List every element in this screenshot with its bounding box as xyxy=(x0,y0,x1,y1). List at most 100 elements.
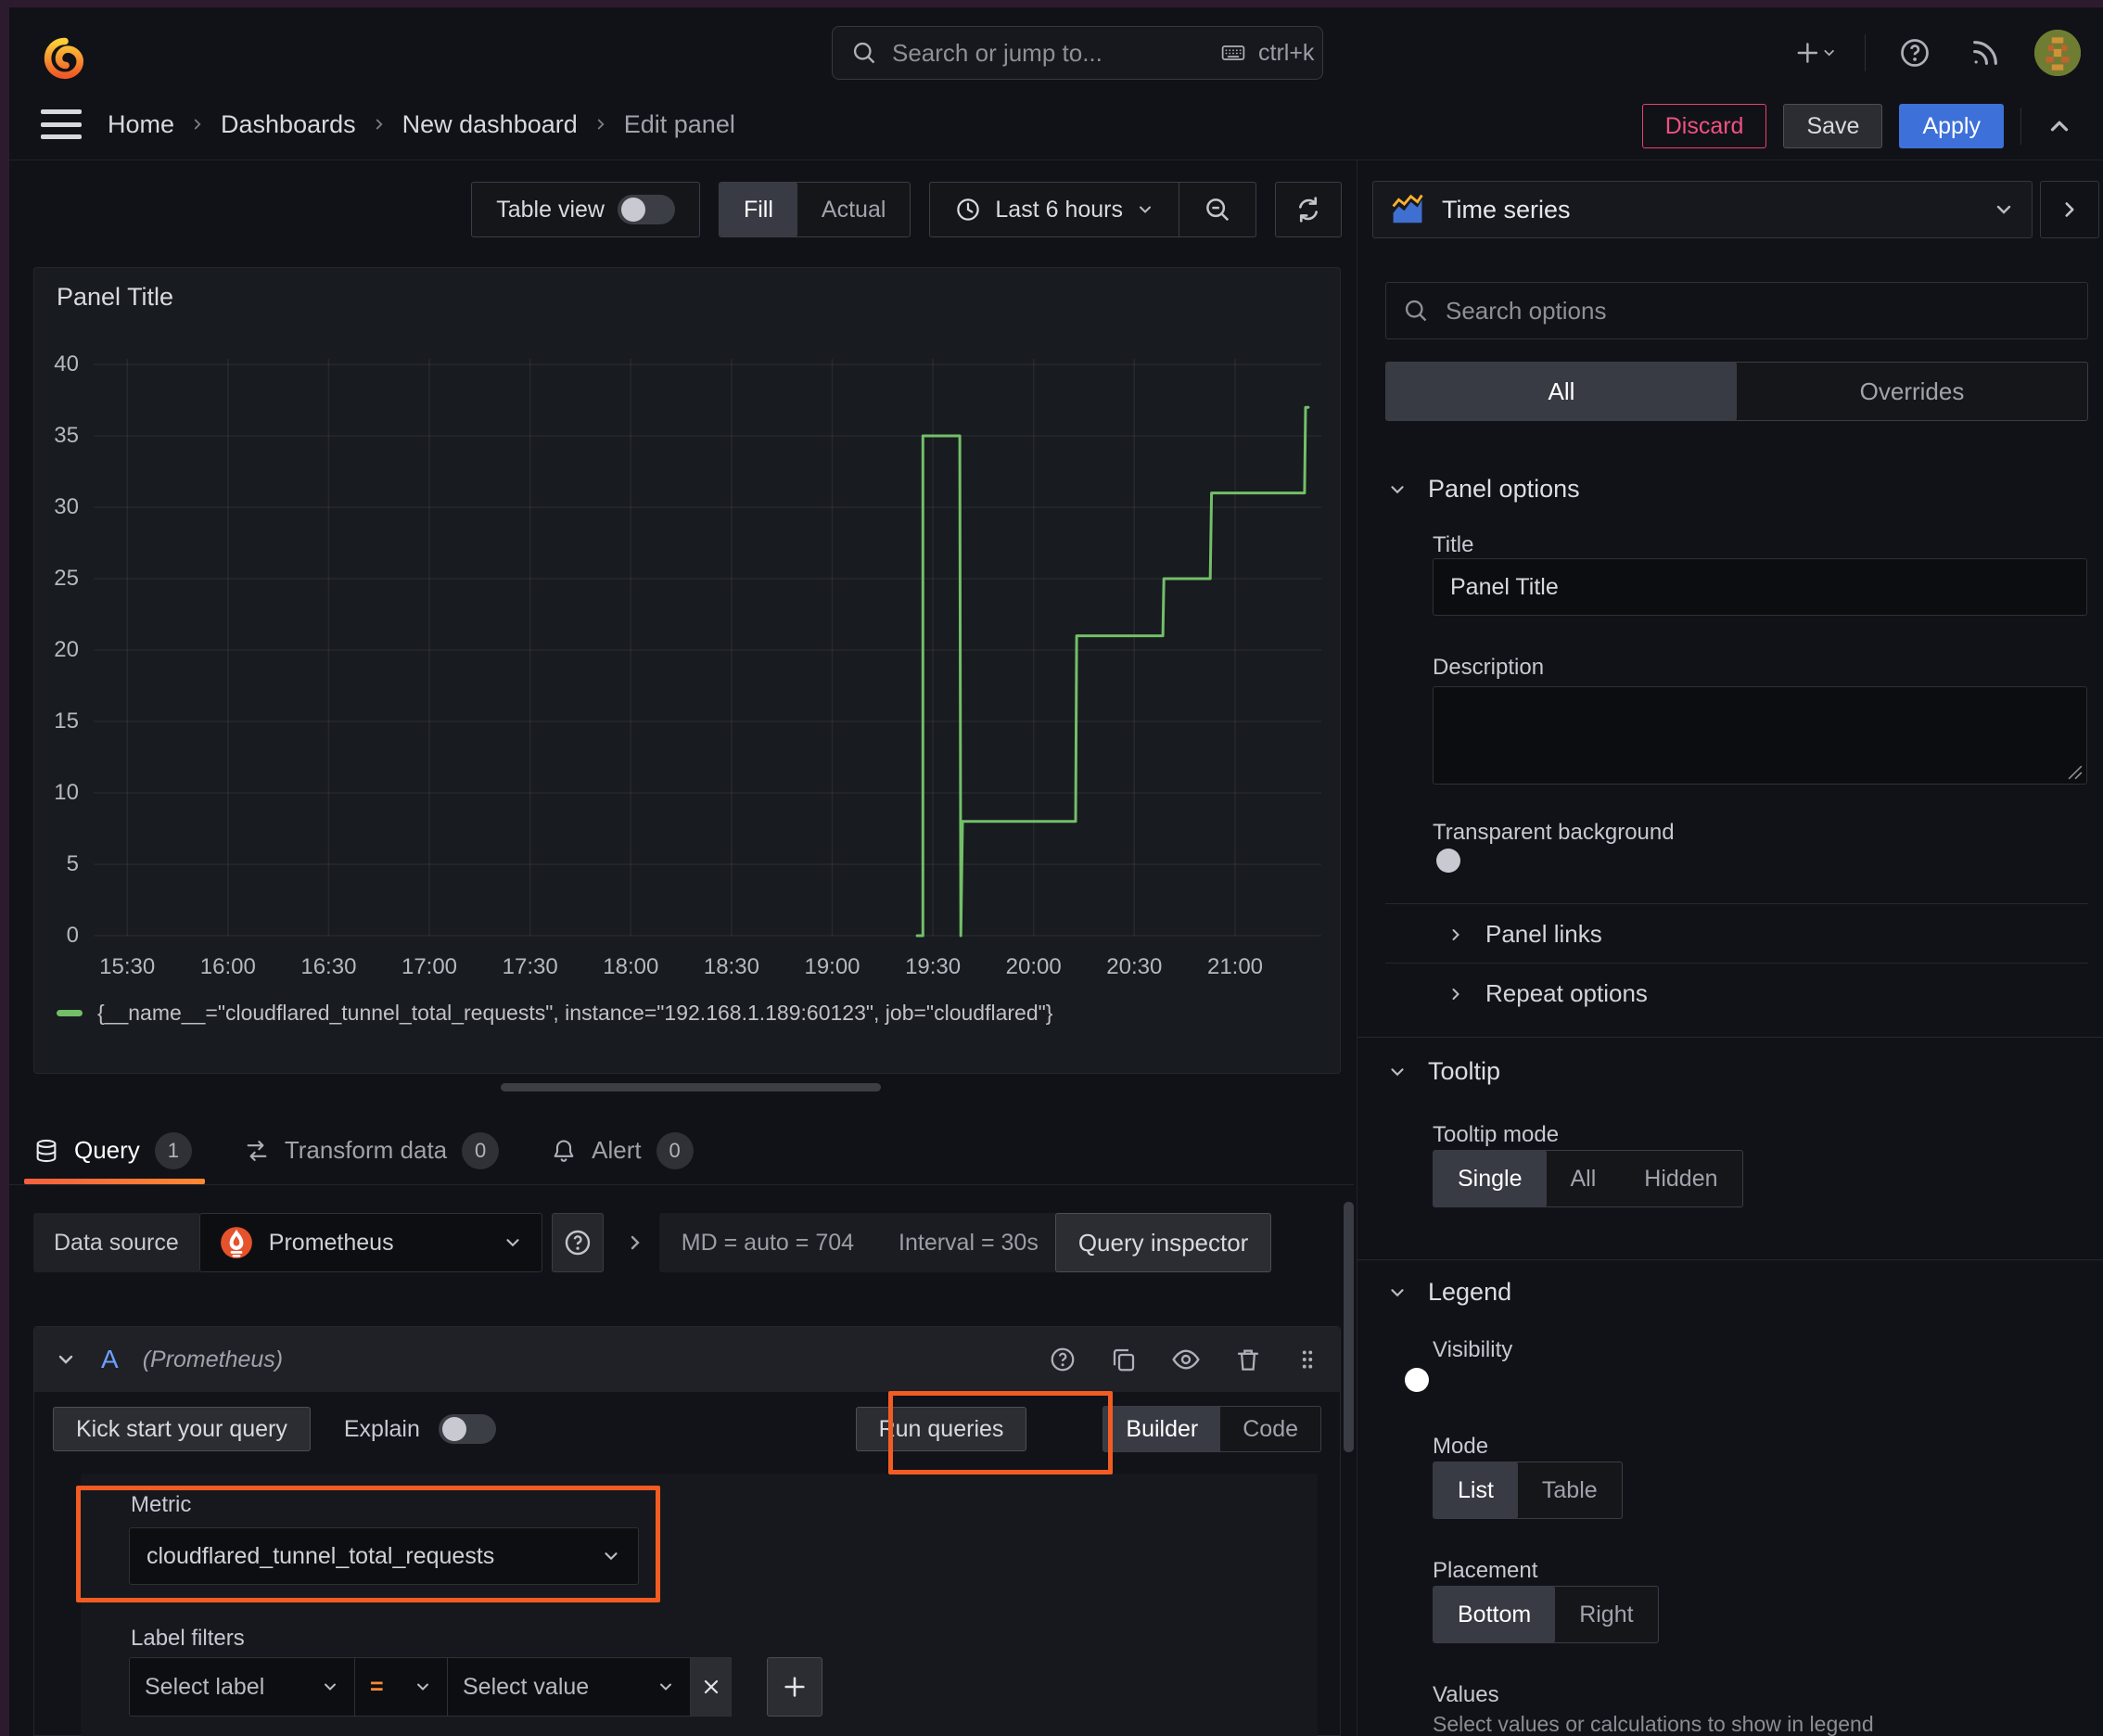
datasource-picker[interactable]: Prometheus xyxy=(198,1213,542,1272)
datasource-help-button[interactable] xyxy=(551,1213,604,1272)
save-button[interactable]: Save xyxy=(1783,104,1883,148)
options-search[interactable] xyxy=(1385,282,2088,339)
collapse-options-chevron-up-icon[interactable] xyxy=(2038,105,2081,147)
label-filters-label: Label filters xyxy=(131,1626,245,1651)
apply-button[interactable]: Apply xyxy=(1899,104,2004,148)
panel-title-input[interactable] xyxy=(1433,558,2087,616)
legend-section-header[interactable]: Legend xyxy=(1387,1278,1511,1307)
legend-table-option[interactable]: Table xyxy=(1518,1462,1622,1518)
x-axis-tick-label: 18:00 xyxy=(603,954,659,979)
news-rss-icon[interactable] xyxy=(1964,32,2007,74)
global-search[interactable]: ctrl+k xyxy=(832,26,1323,80)
operator-value: = xyxy=(370,1673,384,1700)
panel-links-section[interactable]: Panel links xyxy=(1447,920,1602,949)
breadcrumb-dashboards[interactable]: Dashboards xyxy=(221,110,356,139)
panel-options-section-header[interactable]: Panel options xyxy=(1387,475,1580,504)
transform-count-badge: 0 xyxy=(462,1131,500,1169)
select-label-dropdown[interactable]: Select label xyxy=(129,1657,355,1717)
tab-all-options[interactable]: All xyxy=(1386,363,1737,420)
search-input[interactable] xyxy=(890,37,1204,69)
datasource-value: Prometheus xyxy=(268,1229,394,1256)
database-icon xyxy=(33,1138,59,1164)
panel-resize-handle[interactable] xyxy=(501,1083,881,1091)
actual-option[interactable]: Actual xyxy=(797,183,910,236)
x-axis-tick-label: 18:30 xyxy=(703,954,759,979)
tab-overrides[interactable]: Overrides xyxy=(1737,363,2087,420)
fill-actual-group: Fill Actual xyxy=(718,182,911,237)
query-inspector-button[interactable]: Query inspector xyxy=(1054,1213,1272,1272)
collapse-sidebar-button[interactable] xyxy=(2040,181,2099,238)
chevron-right-icon xyxy=(1447,925,1465,944)
expand-stats-chevron-icon[interactable] xyxy=(624,1213,646,1272)
chevron-right-icon xyxy=(371,116,388,133)
duplicate-query-icon[interactable] xyxy=(1110,1346,1138,1373)
query-ref-id: A xyxy=(101,1345,119,1373)
tooltip-single-option[interactable]: Single xyxy=(1434,1151,1547,1206)
time-range-picker[interactable]: Last 6 hours xyxy=(930,183,1179,236)
interval-stat: Interval = 30s xyxy=(899,1229,1039,1256)
legend-list-option[interactable]: List xyxy=(1434,1462,1518,1518)
tab-query[interactable]: Query 1 xyxy=(24,1117,205,1184)
builder-mode-option[interactable]: Builder xyxy=(1103,1407,1221,1451)
table-view-toggle[interactable]: Table view xyxy=(472,183,699,236)
discard-button[interactable]: Discard xyxy=(1641,104,1767,148)
breadcrumb: Home Dashboards New dashboard Edit panel xyxy=(108,96,735,152)
user-avatar[interactable] xyxy=(2034,30,2081,76)
chevron-right-icon xyxy=(1447,985,1465,1003)
breadcrumb-home[interactable]: Home xyxy=(108,110,174,139)
table-view-switch[interactable] xyxy=(617,195,675,224)
query-row-header[interactable]: A (Prometheus) xyxy=(34,1327,1340,1392)
repeat-options-section[interactable]: Repeat options xyxy=(1447,979,1648,1008)
label-filter-row: Select label = Select value xyxy=(129,1657,822,1717)
operator-dropdown[interactable]: = xyxy=(355,1657,448,1717)
tooltip-all-option[interactable]: All xyxy=(1547,1151,1621,1206)
resize-corner-icon[interactable] xyxy=(2068,765,2083,780)
new-dropdown-button[interactable] xyxy=(1794,32,1837,74)
tooltip-section-header[interactable]: Tooltip xyxy=(1387,1057,1500,1086)
code-mode-option[interactable]: Code xyxy=(1220,1407,1320,1451)
delete-query-trash-icon[interactable] xyxy=(1234,1346,1262,1373)
visualization-picker[interactable]: Time series xyxy=(1372,181,2033,238)
tab-transform-data[interactable]: Transform data 0 xyxy=(244,1117,500,1184)
zoom-out-button[interactable] xyxy=(1179,183,1255,236)
breadcrumb-new-dashboard[interactable]: New dashboard xyxy=(402,110,578,139)
placement-bottom-option[interactable]: Bottom xyxy=(1434,1587,1556,1642)
tab-query-label: Query xyxy=(74,1136,140,1164)
series-legend-item[interactable]: {__name__="cloudflared_tunnel_total_requ… xyxy=(57,1001,1052,1026)
chevron-down-icon xyxy=(1387,1062,1408,1082)
repeat-options-label: Repeat options xyxy=(1485,979,1648,1007)
grafana-logo-icon[interactable] xyxy=(41,35,89,83)
help-icon[interactable] xyxy=(1893,32,1936,74)
tab-alert[interactable]: Alert 0 xyxy=(551,1117,694,1184)
remove-filter-button[interactable] xyxy=(691,1657,732,1717)
values-description: Select values or calculations to show in… xyxy=(1433,1712,1874,1736)
table-view-control: Table view xyxy=(471,182,700,237)
placement-right-option[interactable]: Right xyxy=(1555,1587,1657,1642)
query-count-badge: 1 xyxy=(154,1131,192,1169)
drag-handle-icon[interactable] xyxy=(1295,1346,1319,1373)
chevron-right-icon xyxy=(593,116,609,133)
time-series-chart xyxy=(94,357,1321,958)
collapse-query-chevron-icon[interactable] xyxy=(55,1348,77,1371)
run-queries-button[interactable]: Run queries xyxy=(855,1407,1027,1451)
editor-scrollbar[interactable] xyxy=(1344,1202,1354,1452)
menu-toggle-icon[interactable] xyxy=(41,109,82,139)
hide-query-eye-icon[interactable] xyxy=(1171,1345,1201,1374)
query-help-icon[interactable] xyxy=(1049,1346,1077,1373)
panel-description-textarea[interactable] xyxy=(1433,686,2087,785)
prometheus-icon xyxy=(219,1225,254,1260)
explain-switch[interactable] xyxy=(438,1414,496,1444)
tooltip-mode-group: Single All Hidden xyxy=(1433,1150,1743,1207)
kickstart-query-button[interactable]: Kick start your query xyxy=(53,1407,311,1451)
metric-select[interactable]: cloudflared_tunnel_total_requests xyxy=(129,1527,639,1585)
breadcrumb-edit-panel: Edit panel xyxy=(623,109,735,138)
datasource-label: Data source xyxy=(33,1213,199,1272)
select-value-dropdown[interactable]: Select value xyxy=(448,1657,691,1717)
values-label: Values xyxy=(1433,1682,1499,1707)
refresh-button[interactable] xyxy=(1275,182,1342,237)
add-filter-button[interactable] xyxy=(767,1657,822,1717)
tooltip-hidden-option[interactable]: Hidden xyxy=(1620,1151,1741,1206)
fill-option[interactable]: Fill xyxy=(719,183,797,236)
options-search-input[interactable] xyxy=(1444,295,2071,326)
chevron-down-icon xyxy=(601,1546,621,1566)
